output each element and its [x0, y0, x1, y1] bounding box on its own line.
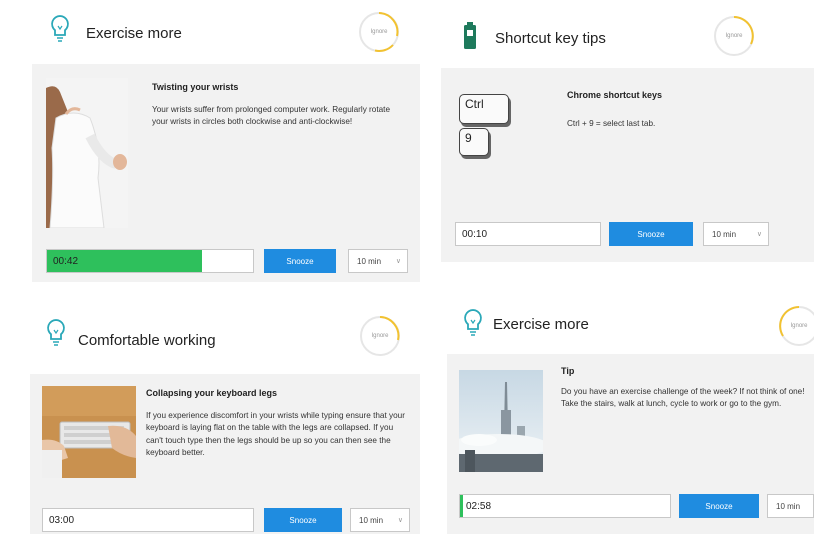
lightbulb-icon: [463, 308, 483, 341]
tip-heading: Chrome shortcut keys: [567, 90, 663, 100]
snooze-duration-value: 10 min: [776, 501, 801, 511]
snooze-duration-select[interactable]: 10 min ∨: [348, 249, 408, 273]
countdown-timer: 00:42: [53, 256, 79, 267]
snooze-button[interactable]: Snooze: [679, 494, 759, 518]
ignore-button[interactable]: Ignore: [779, 306, 814, 346]
ignore-button[interactable]: Ignore: [360, 316, 400, 356]
progress-fill: [460, 495, 463, 517]
snooze-duration-select[interactable]: 10 min: [767, 494, 814, 518]
notification-body: Ctrl 9 Chrome shortcut keys Ctrl + 9 = s…: [441, 68, 814, 262]
snooze-button[interactable]: Snooze: [264, 508, 342, 532]
notification-title: Comfortable working: [78, 332, 216, 349]
snooze-button[interactable]: Snooze: [609, 222, 693, 246]
keyboard-desk-photo: [42, 386, 136, 478]
snooze-duration-select[interactable]: 10 min ∨: [350, 508, 410, 532]
ctrl-key-label: Ctrl: [465, 97, 484, 111]
city-fog-photo: [459, 370, 543, 472]
notification-exercise-wrists: Exercise more Ignore Twisting your wrist…: [32, 0, 420, 282]
countdown-timer: 00:10: [462, 229, 488, 240]
countdown-timer: 03:00: [49, 515, 75, 526]
countdown-progress-bar: 03:00: [42, 508, 254, 532]
lightbulb-icon: [46, 318, 66, 351]
nine-key-icon: 9: [459, 128, 489, 156]
chevron-down-icon: ∨: [397, 517, 403, 524]
chevron-down-icon: ∨: [756, 231, 762, 238]
notification-title: Shortcut key tips: [495, 30, 606, 47]
snooze-duration-select[interactable]: 10 min ∨: [703, 222, 769, 246]
notification-body: Collapsing your keyboard legs If you exp…: [30, 374, 420, 534]
countdown-progress-bar: 02:58: [459, 494, 671, 518]
tip-heading: Collapsing your keyboard legs: [146, 388, 278, 398]
notification-body: Twisting your wrists Your wrists suffer …: [32, 64, 420, 282]
snooze-duration-value: 10 min: [357, 256, 382, 266]
lightbulb-icon: [50, 14, 70, 47]
tip-text: Your wrists suffer from prolonged comput…: [152, 105, 390, 127]
tip-heading: Tip: [561, 366, 575, 376]
notification-title: Exercise more: [493, 316, 589, 333]
battery-icon: [463, 22, 477, 55]
snooze-duration-value: 10 min: [712, 229, 737, 239]
notification-header: Comfortable working Ignore: [30, 296, 420, 356]
tip-heading: Twisting your wrists: [152, 82, 239, 92]
notification-header: Exercise more Ignore: [32, 0, 420, 60]
chevron-down-icon: ∨: [395, 258, 401, 265]
snooze-button[interactable]: Snooze: [264, 249, 336, 273]
notification-exercise-tip: Exercise more Ignore Tip Do you have an …: [447, 292, 814, 534]
tip-text: If you experience discomfort in your wri…: [146, 411, 405, 457]
countdown-timer: 02:58: [466, 501, 492, 512]
wrist-exercise-photo: [46, 78, 128, 228]
snooze-duration-value: 10 min: [359, 515, 384, 525]
notification-shortcut-tips: Shortcut key tips Ignore Ctrl 9 Chrome s…: [441, 0, 814, 262]
tip-text: Do you have an exercise challenge of the…: [561, 387, 805, 409]
nine-key-label: 9: [465, 131, 472, 145]
tip-text: Ctrl + 9 = select last tab.: [567, 119, 656, 128]
countdown-progress-bar: 00:42: [46, 249, 254, 273]
notification-header: Exercise more Ignore: [447, 292, 814, 352]
notification-title: Exercise more: [86, 25, 182, 42]
ctrl-key-icon: Ctrl: [459, 94, 509, 124]
notification-body: Tip Do you have an exercise challenge of…: [447, 354, 814, 534]
notification-header: Shortcut key tips Ignore: [441, 0, 814, 60]
ignore-button[interactable]: Ignore: [714, 16, 754, 56]
notification-comfortable-working: Comfortable working Ignore Collapsing yo…: [30, 296, 420, 534]
ignore-button[interactable]: Ignore: [359, 12, 399, 52]
countdown-progress-bar: 00:10: [455, 222, 601, 246]
